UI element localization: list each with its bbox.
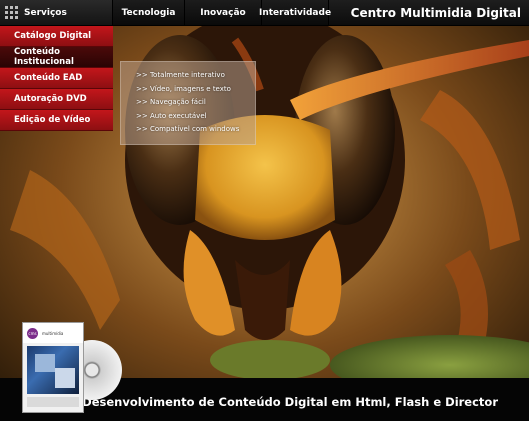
features-panel: >> Totalmente interativo >> Vídeo, image…	[120, 61, 256, 145]
services-menu-label: Serviços	[24, 7, 67, 18]
services-menu: Catálogo Digital Conteúdo Institucional …	[0, 26, 113, 131]
nav-interatividade[interactable]: Interatividade	[259, 0, 331, 25]
feature-item: >> Navegação fácil	[136, 98, 206, 106]
grid-icon	[5, 6, 18, 19]
dvd-case-footer	[27, 397, 79, 407]
feature-item: >> Auto executável	[136, 111, 207, 120]
dvd-case-brand: multimídia	[42, 330, 64, 336]
menu-item-edicao-de-video[interactable]: Edição de Vídeo	[0, 110, 113, 131]
feature-item: >> Totalmente interativo	[136, 71, 225, 79]
page: Serviços Tecnologia Inovação Interativid…	[0, 0, 529, 421]
dvd-product-image: cms multimídia	[22, 322, 122, 414]
dvd-case-image: cms multimídia	[22, 322, 84, 413]
menu-item-conteudo-ead[interactable]: Conteúdo EAD	[0, 68, 113, 89]
cms-logo-icon: cms	[27, 327, 38, 339]
menu-item-catalogo-digital[interactable]: Catálogo Digital	[0, 26, 113, 47]
main-nav: Tecnologia Inovação Interatividade	[113, 0, 331, 25]
site-title: Centro Multimidia Digital	[350, 5, 521, 20]
dvd-case-artwork	[27, 346, 79, 394]
dvd-case-header: cms multimídia	[23, 323, 83, 343]
nav-tecnologia[interactable]: Tecnologia	[113, 0, 185, 25]
feature-item: >> Vídeo, imagens e texto	[136, 84, 231, 93]
top-navigation-bar: Serviços Tecnologia Inovação Interativid…	[0, 0, 529, 26]
footer-tagline: Desenvolvimento de Conteúdo Digital em H…	[82, 395, 498, 409]
nav-inovacao[interactable]: Inovação	[185, 0, 262, 25]
menu-item-conteudo-institucional[interactable]: Conteúdo Institucional	[0, 47, 113, 68]
feature-item: >> Compatível com windows	[136, 125, 240, 133]
menu-item-autoracao-dvd[interactable]: Autoração DVD	[0, 89, 113, 110]
services-menu-tab[interactable]: Serviços	[0, 0, 113, 25]
